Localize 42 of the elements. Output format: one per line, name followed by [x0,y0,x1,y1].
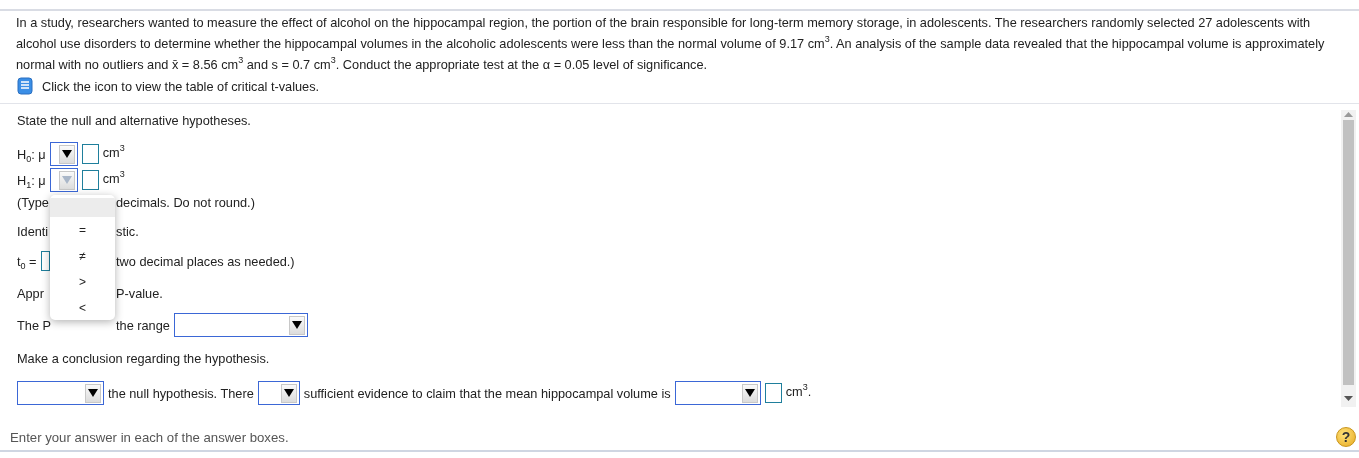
dropdown[interactable] [49,142,78,166]
answer-box[interactable] [40,251,50,271]
question-text: The P [17,317,52,333]
caret-icon[interactable] [58,144,75,164]
problem-text: In a study, researchers wanted to measure the effect of alcohol on the hippocampal region, the portion of the brain responsible for long-term memory storage, in adolescents. The researchers randomly selected 27 adolescents with alcohol use disorders to determine whether the hippocampal volumes in the alcoholic adolescents were less than the normal volume of 9.17 cm$^{3}$. An analysis of the sample data revealed that the hippocampal volume is approximately normal with no outliers and x̄ = 8.56 cm$^{3}$ and s = 0.7 cm$^{3}$. Conduct the appropriate test at the α = 0.05 level of significance. [16,14,1326,74]
answer-box[interactable] [764,383,782,403]
menu-option[interactable]: = [50,217,115,243]
dropdown[interactable] [257,381,300,405]
question-text: (Type [17,194,49,210]
status-text: Enter your answer in each of the answer boxes. [10,428,289,445]
hypothesis-label: H$_{0}$: μ [17,146,46,162]
question-text: t$_{0}$ = [17,253,37,269]
scrollbar[interactable] [1341,110,1356,407]
question-text: the range [116,317,170,333]
unit-label: cm$^{3}$. [785,383,812,399]
scroll-thumb[interactable] [1343,120,1354,385]
question-text: P-value. [116,285,163,301]
question-text: decimals. Do not round.) [116,194,255,210]
question-text: Identi [17,223,49,239]
help-button[interactable]: ? [1336,427,1356,447]
question-text: the null hypothesis. There [108,385,254,401]
scroll-down-icon[interactable] [1344,396,1353,401]
conclusion-prompt: Make a conclusion regarding the hypothesis. [17,349,270,367]
answer-box[interactable] [81,170,99,190]
question-text: Appr [17,285,44,301]
caret-icon[interactable] [741,383,758,403]
book-icon[interactable] [16,77,34,95]
question-text: sufficient evidence to claim that the mean hippocampal volume is [303,385,671,401]
caret-icon[interactable] [280,383,297,403]
hypothesis-label: H$_{1}$: μ [17,172,46,188]
menu-option[interactable]: > [50,269,115,295]
menu-option[interactable]: ≠ [50,243,115,269]
question-prompt: State the null and alternative hypotheses. [17,112,251,128]
unit-label: cm$^{3}$ [102,170,125,186]
unit-label: cm$^{3}$ [102,144,125,160]
table-link[interactable]: Click the icon to view the table of critical t-values. [42,78,320,94]
menu-option[interactable]: < [50,295,115,320]
caret-icon[interactable] [85,383,101,403]
question-text: stic. [116,223,139,239]
caret-icon[interactable] [288,315,305,335]
question-text: two decimal places as needed.) [116,253,295,269]
answer-box[interactable] [81,144,99,164]
